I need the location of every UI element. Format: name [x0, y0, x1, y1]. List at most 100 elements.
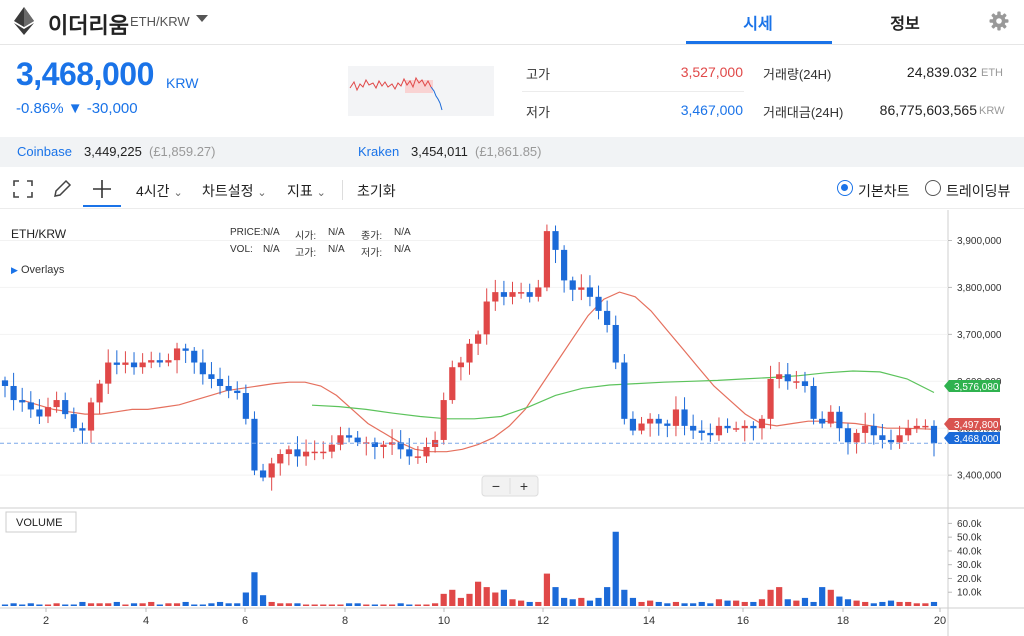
volume-bar	[259, 595, 267, 606]
candle-body	[887, 439, 895, 443]
sparkline-chart	[349, 76, 443, 111]
volume-bar	[715, 599, 723, 606]
candle-body	[156, 360, 163, 363]
tab-info[interactable]: 정보	[835, 10, 975, 34]
crosshair-icon[interactable]	[92, 179, 112, 199]
volume-label: 거래량(24H)	[763, 67, 832, 82]
candle-body	[139, 362, 146, 368]
candle-body	[930, 425, 938, 444]
low-value: 3,467,000	[680, 102, 743, 118]
volume-bar	[672, 601, 680, 606]
caret-right-icon: ▶	[11, 265, 18, 275]
x-tick-label: 8	[342, 615, 348, 627]
gear-icon[interactable]	[989, 11, 1009, 31]
last-price-badge-text: 3,468,000	[954, 434, 999, 445]
volume-bar	[311, 604, 318, 606]
overlays-toggle[interactable]: ▶ Overlays	[11, 264, 64, 276]
candle-body	[750, 425, 757, 429]
volume-bar	[492, 592, 499, 606]
volume-bar	[406, 604, 413, 606]
volume-bar	[758, 599, 766, 606]
candle-body	[492, 292, 499, 302]
volume-bar	[414, 604, 421, 606]
candle-body	[182, 348, 189, 351]
basic-chart-label[interactable]: 기본차트	[858, 181, 910, 201]
y-tick-label: 3,400,000	[957, 471, 1002, 482]
volume-bar	[750, 601, 757, 606]
candle-body	[113, 362, 120, 365]
fullscreen-icon[interactable]	[13, 180, 33, 198]
candle-body	[543, 231, 551, 288]
volume-bar	[388, 604, 396, 606]
volume-bar	[182, 601, 189, 606]
volume-bar	[526, 601, 533, 606]
reset-button[interactable]: 초기화	[357, 181, 396, 201]
chevron-down-icon[interactable]	[196, 15, 208, 22]
x-tick-label: 18	[837, 615, 849, 627]
info-vol-value: N/A	[263, 244, 280, 255]
indicators-label: 지표	[287, 183, 313, 199]
x-tick-label: 6	[242, 615, 248, 627]
candle-body	[380, 444, 387, 447]
x-tick-label: 2	[43, 615, 49, 627]
volume-bar	[27, 603, 34, 606]
exchange-name-coinbase[interactable]: Coinbase	[17, 144, 72, 159]
volume-bar	[844, 599, 852, 606]
price-chart[interactable]: 3,900,0003,800,0003,700,0003,600,0003,50…	[0, 210, 1024, 636]
tab-price[interactable]: 시세	[688, 10, 828, 34]
pencil-icon[interactable]	[52, 179, 72, 199]
volume-bar	[819, 587, 826, 606]
volume-bar	[345, 603, 353, 606]
volume-bar	[337, 604, 344, 606]
volume-bar	[930, 601, 938, 606]
candle-body	[612, 324, 619, 363]
volume-bar	[595, 597, 602, 606]
candle-body	[776, 374, 783, 379]
indicators-dropdown[interactable]: 지표 ⌄	[287, 181, 326, 201]
volume-bar	[724, 600, 731, 606]
candle-body	[173, 348, 181, 361]
volume-bar	[440, 593, 447, 606]
volume-tick-label: 50.0k	[957, 533, 982, 544]
basic-chart-radio[interactable]	[837, 180, 853, 196]
candle-body	[690, 425, 697, 431]
volume-bar	[810, 601, 817, 606]
volume-bar	[913, 603, 920, 606]
info-high-value: N/A	[328, 244, 345, 255]
candle-body	[414, 456, 421, 458]
candle-body	[440, 400, 447, 440]
volume-bar	[664, 603, 671, 606]
volume-bar	[328, 604, 335, 606]
info-open-label: 시가:	[295, 231, 317, 242]
candle-body	[647, 418, 654, 424]
candle-body	[36, 409, 43, 417]
x-tick-label: 16	[737, 615, 749, 627]
info-low-label: 저가:	[361, 248, 383, 259]
exchange-name-kraken[interactable]: Kraken	[358, 144, 399, 159]
zoom-out-button[interactable]: −	[492, 478, 500, 494]
candle-body	[328, 444, 335, 452]
volume-bar	[363, 604, 370, 606]
candle-body	[208, 374, 215, 379]
volume-bar	[79, 601, 86, 606]
candle-body	[242, 393, 249, 419]
candle-body	[853, 432, 860, 443]
tradingview-label[interactable]: 트레이딩뷰	[946, 181, 1010, 201]
info-open-value: N/A	[328, 227, 345, 238]
pair-label: ETH/KRW	[130, 14, 190, 29]
tradingview-radio[interactable]	[925, 180, 941, 196]
turnover-unit: KRW	[979, 105, 1005, 117]
candle-body	[518, 292, 525, 294]
volume-bar	[681, 603, 688, 606]
candle-body	[604, 310, 611, 325]
zoom-in-button[interactable]: +	[520, 478, 528, 494]
chart-settings-dropdown[interactable]: 차트설정 ⌄	[202, 181, 267, 201]
coin-name: 이더리움	[48, 13, 129, 38]
volume-bar	[767, 589, 774, 606]
interval-dropdown[interactable]: 4시간 ⌄	[136, 181, 183, 201]
candle-body	[268, 463, 275, 478]
candle-body	[225, 385, 232, 391]
candle-body	[148, 360, 155, 363]
info-close-label: 종가:	[361, 231, 383, 242]
volume-bar	[887, 600, 895, 606]
